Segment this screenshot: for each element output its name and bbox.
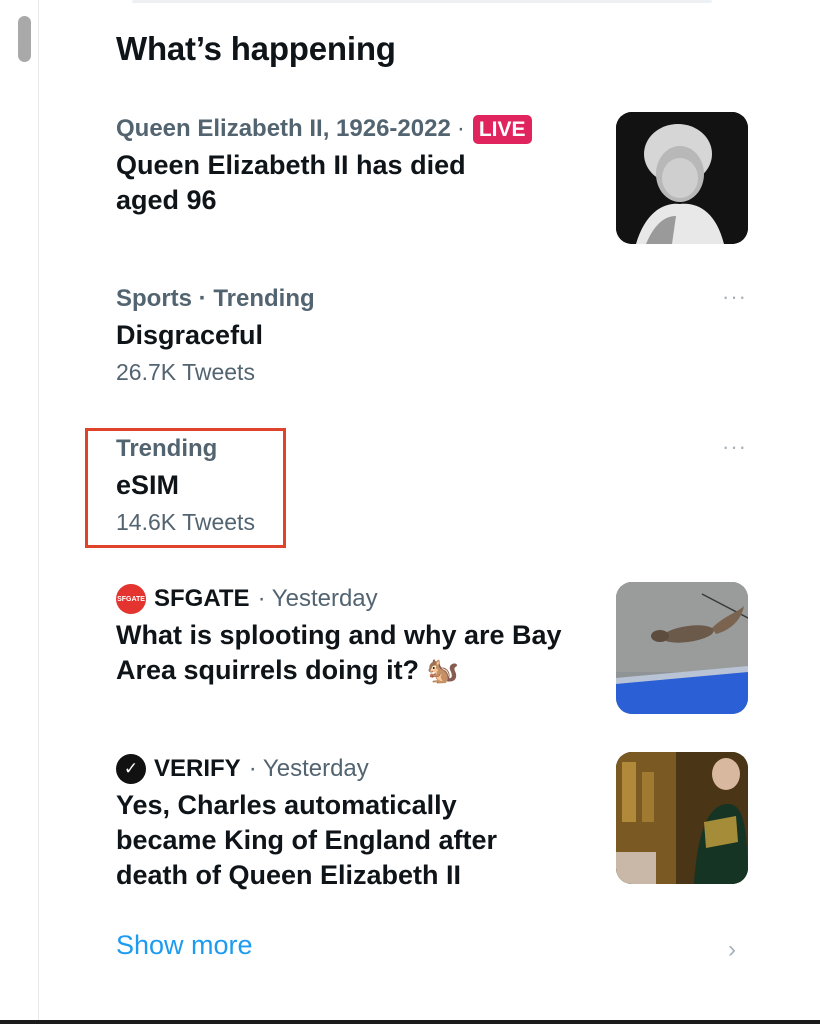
news-headline: Yes, Charles automatically became King o… (116, 788, 497, 893)
news-source: VERIFY (154, 755, 241, 782)
highlight-annotation (85, 428, 286, 548)
headline-line: death of Queen Elizabeth II (116, 860, 462, 890)
news-source: SFGATE (154, 585, 250, 612)
trend-meta: Queen Elizabeth II, 1926-2022 · LIVE (116, 112, 532, 146)
trend-meta: Sports · Trending (116, 282, 315, 316)
trend-item-queen[interactable]: Queen Elizabeth II, 1926-2022 · LIVE Que… (116, 112, 532, 218)
news-meta: SFGATE SFGATE · Yesterday (116, 582, 562, 616)
news-item-verify[interactable]: ✓ VERIFY · Yesterday Yes, Charles automa… (116, 752, 497, 893)
more-options-icon[interactable]: ··· (722, 436, 747, 458)
bottom-edge (0, 1020, 820, 1024)
scrollbar-thumb[interactable] (18, 16, 31, 62)
chevron-right-icon[interactable]: › (728, 936, 736, 964)
trend-category: Queen Elizabeth II, 1926-2022 (116, 115, 451, 142)
trend-headline: Queen Elizabeth II has died aged 96 (116, 148, 532, 218)
trend-item-disgraceful[interactable]: Sports · Trending Disgraceful 26.7K Twee… (116, 282, 315, 386)
news-item-sfgate[interactable]: SFGATE SFGATE · Yesterday What is sploot… (116, 582, 562, 688)
squirrel-photo-image (616, 582, 748, 714)
headline-line: What is splooting and why are Bay (116, 620, 562, 650)
sfgate-logo-icon: SFGATE (116, 584, 146, 614)
news-time: · Yesterday (257, 585, 378, 612)
top-divider (132, 0, 712, 3)
headline-line: Queen Elizabeth II has died (116, 150, 466, 180)
squirrel-photo[interactable] (616, 582, 748, 714)
squirrel-emoji-icon: 🐿️ (426, 655, 459, 685)
section-title: What’s happening (116, 30, 396, 67)
news-meta: ✓ VERIFY · Yesterday (116, 752, 497, 786)
trend-category: Sports · Trending (116, 285, 315, 312)
news-time: · Yesterday (248, 755, 369, 782)
tweet-count: 26.7K Tweets (116, 359, 255, 385)
headline-line: became King of England after (116, 825, 498, 855)
headline-line: Yes, Charles automatically (116, 790, 457, 820)
headline-line: Area squirrels doing it? 🐿️ (116, 653, 562, 688)
headline-line: aged 96 (116, 185, 217, 215)
more-options-icon[interactable]: ··· (722, 286, 747, 308)
queen-photo[interactable] (616, 112, 748, 244)
left-sidebar-edge (0, 0, 39, 1024)
queen-photo-image (616, 112, 748, 244)
king-photo-image (616, 752, 748, 884)
headline-text: Area squirrels doing it? (116, 655, 420, 685)
verify-check-icon: ✓ (116, 754, 146, 784)
show-more-link[interactable]: Show more (116, 930, 253, 961)
live-badge: LIVE (472, 114, 532, 144)
meta-separator: · (456, 115, 465, 142)
trend-topic: Disgraceful (116, 320, 264, 350)
king-photo[interactable] (616, 752, 748, 884)
news-headline: What is splooting and why are Bay Area s… (116, 618, 562, 688)
